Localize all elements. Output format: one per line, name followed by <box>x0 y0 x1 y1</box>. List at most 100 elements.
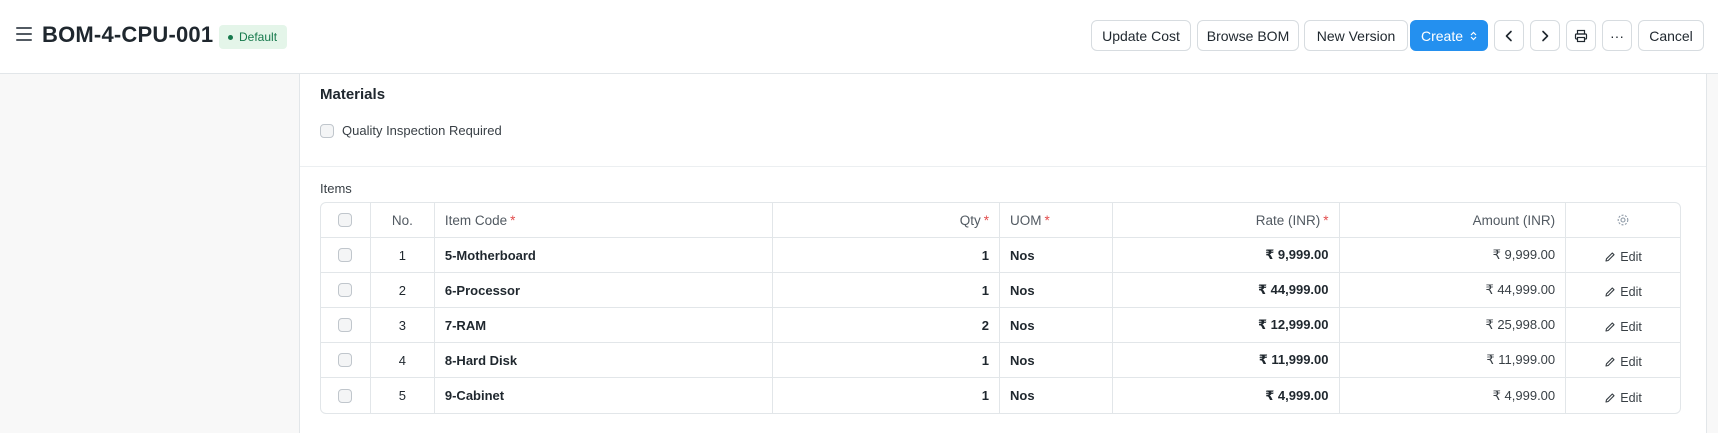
row-edit-button[interactable]: Edit <box>1604 246 1642 264</box>
updown-caret-icon <box>1470 31 1477 41</box>
quality-inspection-label: Quality Inspection Required <box>342 123 502 138</box>
row-edit-cell: Edit <box>1566 238 1680 272</box>
row-amount: ₹ 44,999.00 <box>1340 273 1567 307</box>
row-uom[interactable]: Nos <box>1000 308 1113 342</box>
quality-inspection-checkbox[interactable] <box>320 123 334 138</box>
create-button-label: Create <box>1420 27 1464 44</box>
required-mark: * <box>983 212 989 228</box>
hamburger-menu-icon[interactable] <box>16 27 32 41</box>
column-header-uom: UOM * <box>1000 203 1113 237</box>
row-checkbox[interactable] <box>338 388 353 403</box>
table-row[interactable]: 5 9-Cabinet 1 Nos ₹ 4,999.00 ₹ 4,999.00 … <box>321 378 1680 413</box>
row-amount: ₹ 25,998.00 <box>1340 308 1567 342</box>
column-header-uom-label: UOM <box>1010 212 1042 228</box>
table-header-row: No. Item Code * Qty * UOM * Rate (INR) * Amo… <box>321 203 1680 238</box>
row-checkbox[interactable] <box>338 248 353 262</box>
select-all-cell <box>321 203 371 237</box>
row-rate[interactable]: ₹ 44,999.00 <box>1113 273 1340 307</box>
row-edit-cell: Edit <box>1566 378 1680 413</box>
row-no: 1 <box>371 238 435 272</box>
table-row[interactable]: 1 5-Motherboard 1 Nos ₹ 9,999.00 ₹ 9,999… <box>321 238 1680 273</box>
row-item-code[interactable]: 7-RAM <box>435 308 774 342</box>
row-no: 2 <box>371 273 435 307</box>
row-rate[interactable]: ₹ 11,999.00 <box>1113 343 1340 377</box>
row-no: 5 <box>371 378 435 413</box>
chevron-right-icon <box>1542 30 1549 41</box>
row-qty[interactable]: 1 <box>773 343 1000 377</box>
more-actions-button[interactable]: ··· <box>1602 20 1632 51</box>
row-select-cell <box>321 378 371 413</box>
row-select-cell <box>321 343 371 377</box>
row-uom[interactable]: Nos <box>1000 238 1113 272</box>
row-amount: ₹ 11,999.00 <box>1340 343 1567 377</box>
row-rate[interactable]: ₹ 12,999.00 <box>1113 308 1340 342</box>
row-edit-button[interactable]: Edit <box>1604 387 1642 405</box>
column-settings-cell <box>1566 203 1680 237</box>
table-row[interactable]: 4 8-Hard Disk 1 Nos ₹ 11,999.00 ₹ 11,999… <box>321 343 1680 378</box>
row-checkbox[interactable] <box>338 318 353 332</box>
create-button[interactable]: Create <box>1410 20 1488 51</box>
table-row[interactable]: 3 7-RAM 2 Nos ₹ 12,999.00 ₹ 25,998.00 Ed… <box>321 308 1680 343</box>
sidebar-area <box>0 75 299 433</box>
print-button[interactable] <box>1566 20 1596 51</box>
row-amount: ₹ 4,999.00 <box>1340 378 1567 413</box>
quality-inspection-field: Quality Inspection Required <box>320 123 502 138</box>
column-header-rate: Rate (INR) * <box>1113 203 1340 237</box>
row-item-code[interactable]: 6-Processor <box>435 273 774 307</box>
row-amount: ₹ 9,999.00 <box>1340 238 1567 272</box>
cancel-button[interactable]: Cancel <box>1638 20 1704 51</box>
materials-section: Materials Quality Inspection Required It… <box>299 74 1707 433</box>
pencil-icon <box>1605 392 1615 403</box>
row-qty[interactable]: 2 <box>773 308 1000 342</box>
row-edit-label: Edit <box>1620 355 1642 369</box>
section-title: Materials <box>320 86 386 103</box>
row-edit-button[interactable]: Edit <box>1604 316 1642 334</box>
column-header-qty: Qty * <box>773 203 1000 237</box>
column-header-item-code-label: Item Code <box>444 212 508 228</box>
pencil-icon <box>1605 357 1615 367</box>
row-uom[interactable]: Nos <box>1000 378 1113 413</box>
row-rate[interactable]: ₹ 9,999.00 <box>1113 238 1340 272</box>
required-mark: * <box>1044 212 1050 228</box>
row-item-code[interactable]: 9-Cabinet <box>435 378 774 413</box>
row-qty[interactable]: 1 <box>773 378 1000 413</box>
column-header-item-code: Item Code * <box>435 203 774 237</box>
gear-icon[interactable] <box>1616 213 1630 227</box>
section-divider <box>300 166 1706 167</box>
browse-bom-button[interactable]: Browse BOM <box>1197 20 1299 51</box>
row-qty[interactable]: 1 <box>773 273 1000 307</box>
update-cost-button[interactable]: Update Cost <box>1091 20 1191 51</box>
next-doc-button[interactable] <box>1530 20 1560 51</box>
items-table: No. Item Code * Qty * UOM * Rate (INR) * Amo… <box>320 202 1681 414</box>
row-edit-label: Edit <box>1620 320 1642 334</box>
row-edit-cell: Edit <box>1566 273 1680 307</box>
row-no: 4 <box>371 343 435 377</box>
row-checkbox[interactable] <box>338 353 353 367</box>
row-uom[interactable]: Nos <box>1000 273 1113 307</box>
row-edit-button[interactable]: Edit <box>1604 281 1642 299</box>
row-edit-button[interactable]: Edit <box>1604 351 1642 369</box>
row-item-code[interactable]: 8-Hard Disk <box>435 343 774 377</box>
pencil-icon <box>1605 252 1615 262</box>
items-table-label: Items <box>320 181 352 196</box>
column-header-qty-label: Qty <box>959 212 981 228</box>
page-header: BOM-4-CPU-001 Default Update Cost Browse… <box>0 0 1718 74</box>
pencil-icon <box>1605 322 1615 332</box>
previous-doc-button[interactable] <box>1494 20 1524 51</box>
row-select-cell <box>321 273 371 307</box>
pencil-icon <box>1605 287 1615 297</box>
row-edit-label: Edit <box>1620 285 1642 299</box>
page-title: BOM-4-CPU-001 <box>42 22 214 47</box>
printer-icon <box>1574 29 1588 42</box>
table-row[interactable]: 2 6-Processor 1 Nos ₹ 44,999.00 ₹ 44,999… <box>321 273 1680 308</box>
status-badge-label: Default <box>239 30 278 44</box>
select-all-checkbox[interactable] <box>338 213 353 227</box>
row-item-code[interactable]: 5-Motherboard <box>435 238 774 272</box>
new-version-button[interactable]: New Version <box>1304 20 1408 51</box>
row-qty[interactable]: 1 <box>773 238 1000 272</box>
row-edit-label: Edit <box>1620 250 1642 264</box>
row-checkbox[interactable] <box>338 283 353 297</box>
chevron-left-icon <box>1505 30 1512 41</box>
row-uom[interactable]: Nos <box>1000 343 1113 377</box>
row-rate[interactable]: ₹ 4,999.00 <box>1113 378 1340 413</box>
